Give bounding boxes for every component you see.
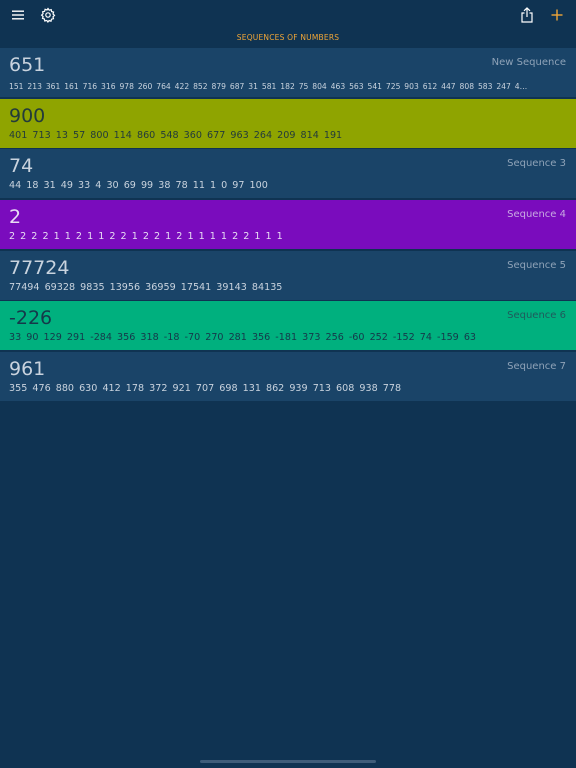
sequence-numbers: 44 18 31 49 33 4 30 69 99 38 78 11 1 0 9… [9, 180, 268, 192]
sequence-name: Sequence 7 [507, 361, 566, 373]
sequence-current-value: 77724 [9, 256, 70, 279]
toolbar [0, 0, 576, 30]
sequence-row[interactable]: -226 Sequence 6 33 90 129 291 -284 356 3… [0, 301, 576, 351]
sequence-numbers: 151 213 361 161 716 316 978 260 764 422 … [9, 82, 528, 91]
sequence-row[interactable]: 74 Sequence 3 44 18 31 49 33 4 30 69 99 … [0, 149, 576, 199]
sequence-current-value: 961 [9, 358, 46, 381]
sequence-numbers: 2 2 2 2 1 1 2 1 1 2 2 1 2 2 1 2 1 1 1 1 … [9, 231, 283, 243]
sequence-current-value: 900 [9, 104, 46, 127]
sequence-numbers: 355 476 880 630 412 178 372 921 707 698 … [9, 383, 402, 395]
sequence-row[interactable]: 2 Sequence 4 2 2 2 2 1 1 2 1 1 2 2 1 2 2… [0, 200, 576, 250]
sequence-name: Sequence 3 [507, 158, 566, 170]
page-title: SEQUENCES OF NUMBERS [236, 33, 340, 42]
sequence-name: New Sequence [491, 57, 566, 68]
share-icon[interactable] [517, 5, 537, 25]
home-indicator[interactable] [200, 760, 376, 763]
sequence-numbers: 33 90 129 291 -284 356 318 -18 -70 270 2… [9, 332, 477, 344]
sequence-list: 651 New Sequence 151 213 361 161 716 316… [0, 48, 576, 403]
sequence-name: Sequence 6 [507, 310, 566, 322]
sequence-row[interactable]: 77724 Sequence 5 77494 69328 9835 13956 … [0, 250, 576, 300]
sequence-row[interactable]: 651 New Sequence 151 213 361 161 716 316… [0, 48, 576, 97]
sequence-current-value: 74 [9, 155, 34, 178]
hamburger-menu-icon[interactable] [8, 5, 28, 25]
sequence-name: Sequence 5 [507, 259, 566, 271]
gear-icon[interactable] [38, 5, 58, 25]
sequence-numbers: 77494 69328 9835 13956 36959 17541 39143… [9, 281, 283, 293]
sequence-numbers: 401 713 13 57 800 114 860 548 360 677 96… [9, 129, 343, 141]
sequence-current-value: 651 [9, 54, 46, 76]
sequence-row[interactable]: 961 Sequence 7 355 476 880 630 412 178 3… [0, 352, 576, 402]
sequence-row[interactable]: 900 401 713 13 57 800 114 860 548 360 67… [0, 98, 576, 148]
sequence-current-value: -226 [9, 307, 53, 330]
sequence-current-value: 2 [9, 206, 22, 229]
sequence-name: Sequence 4 [507, 209, 566, 221]
plus-icon[interactable] [547, 5, 567, 25]
